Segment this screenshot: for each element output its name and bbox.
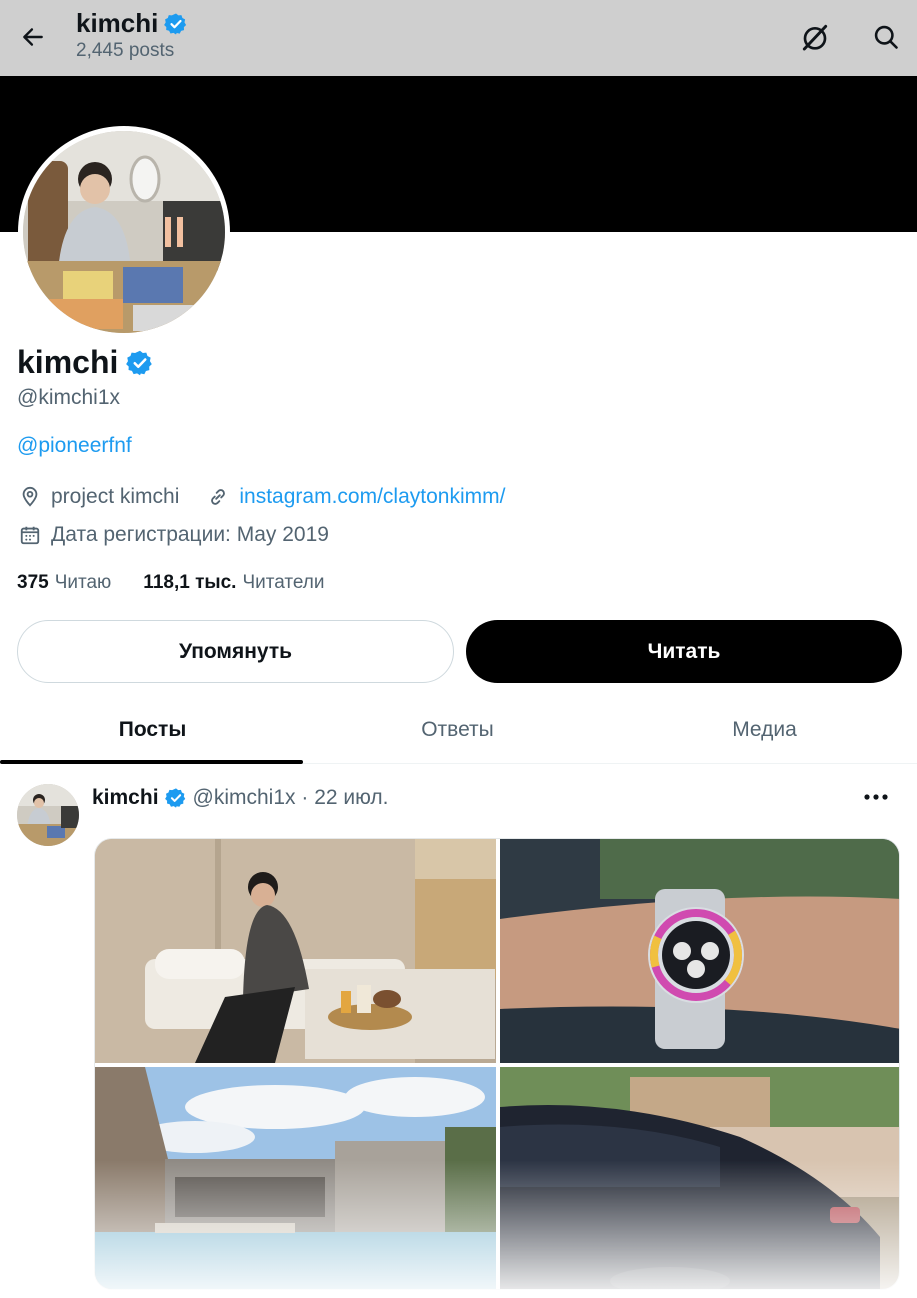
profile-website-link[interactable]: instagram.com/claytonkimm/: [239, 485, 505, 509]
link-icon: [205, 484, 231, 510]
mention-button[interactable]: Упомянуть: [17, 620, 454, 683]
follow-stats: 375 Читаю 118,1 тыс. Читатели: [17, 572, 325, 594]
post-photo-4[interactable]: [500, 1067, 899, 1289]
verified-badge-icon: [164, 13, 187, 34]
post-avatar[interactable]: [17, 784, 79, 846]
followers-label: Читатели: [242, 572, 325, 593]
calendar-icon: [17, 522, 43, 548]
back-button[interactable]: [14, 18, 52, 56]
verified-badge-icon[interactable]: [126, 349, 154, 377]
bio-mention-link[interactable]: @pioneerfnf: [17, 434, 132, 458]
grok-icon: [802, 24, 828, 51]
follow-button[interactable]: Читать: [466, 620, 902, 683]
header-title-row: kimchi: [76, 8, 188, 39]
post-header: kimchi @kimchi1x · 22 июл.: [92, 786, 389, 810]
top-bar: kimchi 2,445 posts: [0, 0, 917, 76]
active-tab-indicator: [0, 760, 303, 764]
post-media-grid: [94, 838, 900, 1290]
profile-tabs: Посты Ответы Медиа: [0, 696, 917, 764]
avatar-photo: [23, 131, 225, 333]
profile-joined: Дата регистрации: May 2019: [51, 523, 329, 546]
verified-badge-icon: [164, 788, 185, 808]
post-more-button[interactable]: [856, 782, 896, 812]
profile-location: project kimchi: [51, 485, 180, 508]
post-photo-2[interactable]: [500, 839, 899, 1063]
search-button[interactable]: [867, 18, 905, 56]
post-photo-1[interactable]: [95, 839, 496, 1063]
following-count: 375: [17, 572, 49, 593]
profile-handle: @kimchi1x: [17, 386, 121, 409]
tab-replies[interactable]: Ответы: [305, 696, 610, 764]
post-photo-3[interactable]: [95, 1067, 496, 1289]
profile-joined-row: Дата регистрации: May 2019: [17, 522, 329, 548]
more-horizontal-icon: [864, 794, 888, 800]
followers-link[interactable]: 118,1 тыс. Читатели: [143, 572, 324, 594]
arrow-left-icon: [23, 28, 43, 46]
post-author-name[interactable]: kimchi: [92, 786, 159, 810]
profile-name-row: kimchi: [17, 344, 154, 381]
profile-meta-row: project kimchi instagram.com/claytonkimm…: [17, 484, 505, 510]
avatar-photo: [17, 784, 79, 846]
profile-name: kimchi: [17, 344, 119, 380]
tab-media[interactable]: Медиа: [612, 696, 917, 764]
post-meta[interactable]: @kimchi1x · 22 июл.: [193, 786, 389, 810]
following-label: Читаю: [54, 572, 112, 593]
following-link[interactable]: 375 Читаю: [17, 572, 111, 594]
header-posts-count: 2,445 posts: [76, 40, 175, 61]
tab-posts[interactable]: Посты: [0, 696, 305, 764]
location-pin-icon: [17, 484, 43, 510]
followers-count: 118,1 тыс.: [143, 572, 237, 593]
profile-avatar[interactable]: [18, 126, 230, 338]
search-icon: [874, 25, 898, 49]
grok-button[interactable]: [796, 18, 834, 56]
header-title: kimchi: [76, 8, 159, 38]
